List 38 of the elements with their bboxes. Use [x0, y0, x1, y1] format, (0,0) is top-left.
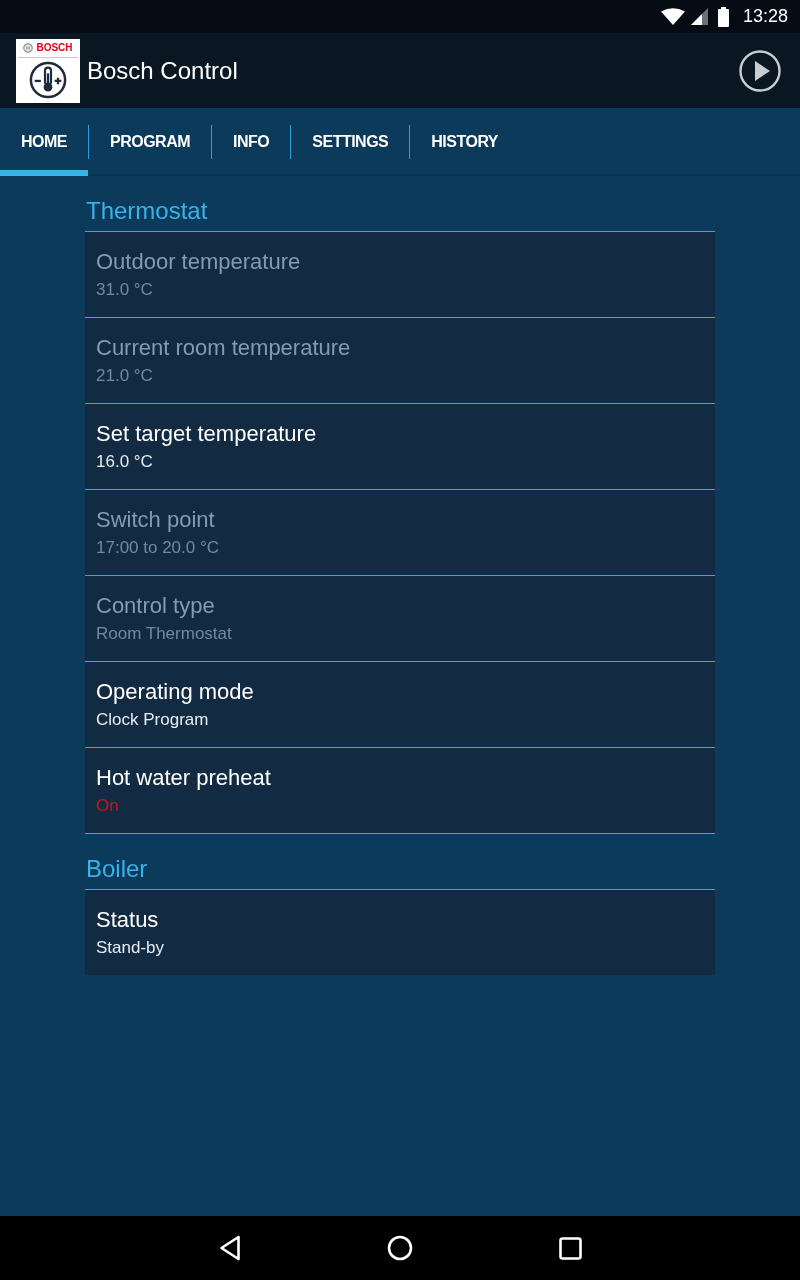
tab[interactable]: HOME — [0, 108, 88, 176]
setting-label: Switch point — [96, 507, 216, 533]
setting-row[interactable]: Hot water preheat On — [85, 748, 715, 834]
setting-value: On — [96, 795, 120, 817]
setting-value: 31.0 °C — [96, 279, 154, 301]
setting-label: Operating mode — [96, 679, 255, 705]
status-time: 13:28 — [742, 6, 788, 27]
setting-row[interactable]: Operating mode Clock Program — [85, 662, 715, 748]
setting-value: 16.0 °C — [96, 451, 154, 473]
setting-label: Current room temperature — [96, 335, 352, 361]
tab[interactable]: INFO — [212, 108, 291, 176]
thermometer-icon — [29, 60, 67, 99]
setting-label: Set target temperature — [96, 421, 318, 447]
tab[interactable]: SETTINGS — [291, 108, 410, 176]
setting-label: Outdoor temperature — [96, 249, 302, 275]
setting-label: Hot water preheat — [96, 765, 272, 791]
emblem-icon — [23, 42, 34, 53]
setting-value: 17:00 to 20.0 °C — [96, 537, 221, 559]
battery-icon — [717, 6, 729, 27]
home-icon — [387, 1235, 413, 1261]
app-title: Bosch Control — [87, 56, 239, 85]
tab[interactable]: HISTORY — [410, 108, 520, 176]
signal-icon — [690, 8, 708, 25]
wifi-icon — [660, 8, 685, 25]
setting-label: Status — [96, 907, 160, 933]
setting-value: Stand-by — [96, 937, 166, 959]
setting-label: Control type — [96, 593, 216, 619]
brand-text: BOSCH — [36, 41, 73, 54]
play-button[interactable] — [739, 49, 781, 92]
recents-icon — [558, 1236, 582, 1260]
setting-value: 21.0 °C — [96, 365, 154, 387]
play-icon — [739, 49, 781, 92]
setting-row[interactable]: Status Stand-by — [85, 890, 715, 975]
setting-row[interactable]: Set target temperature 16.0 °C — [85, 404, 715, 490]
back-icon — [219, 1235, 241, 1261]
tab[interactable]: PROGRAM — [89, 108, 212, 176]
setting-value: Clock Program — [96, 709, 210, 731]
setting-value: Room Thermostat — [96, 623, 233, 645]
